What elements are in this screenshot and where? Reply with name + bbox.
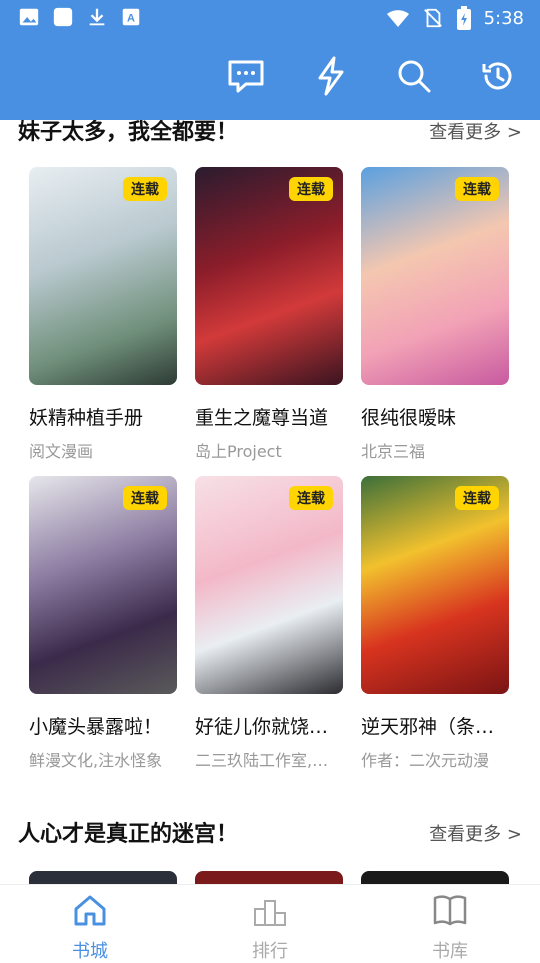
status-right-icons: 5:38: [386, 6, 524, 30]
status-badge: 连载: [455, 486, 499, 510]
book-card[interactable]: 连载 重生之魔尊当道 岛上Project: [195, 167, 343, 462]
book-cover: 连载: [29, 476, 177, 694]
font-icon: A: [122, 8, 140, 26]
view-more-link[interactable]: 查看更多 >: [429, 820, 522, 846]
book-title: 逆天邪神（条…: [361, 716, 495, 738]
status-badge: 连载: [455, 177, 499, 201]
svg-text:A: A: [127, 13, 135, 25]
view-more-link[interactable]: 查看更多 >: [429, 120, 522, 144]
book-title: 妖精种植手册: [29, 407, 144, 429]
no-sim-icon: [423, 8, 442, 28]
book-cover: 连载: [195, 476, 343, 694]
book-author: 作者：二次元动漫: [361, 751, 490, 770]
book-cover: 连载: [29, 167, 177, 385]
section-title: 人心才是真正的迷宫！: [18, 822, 239, 847]
book-cover[interactable]: [361, 871, 509, 884]
download-icon: [89, 8, 105, 26]
book-cover[interactable]: [195, 871, 343, 884]
status-badge: 连载: [123, 177, 167, 201]
status-bar: A 5:38: [0, 0, 540, 36]
nav-item-bookstore[interactable]: 书城: [40, 893, 140, 963]
book-card[interactable]: 连载 好徒儿你就饶… 二三玖陆工作室,…: [195, 476, 343, 771]
book-card[interactable]: 连载 小魔头暴露啦！ 鲜漫文化,注水怪象: [29, 476, 177, 771]
battery-icon: [456, 6, 471, 30]
status-badge: 连载: [123, 486, 167, 510]
flash-button[interactable]: [308, 54, 352, 98]
search-icon: [398, 60, 431, 93]
book-cover: 连载: [361, 167, 509, 385]
content-area: 妹子太多，我全都要！ 查看更多 > 连载 妖精种植手册 阅文漫画 连载 重生之魔…: [0, 120, 540, 884]
image-icon: [19, 8, 39, 26]
chat-icon: [228, 60, 264, 93]
lightning-icon: [318, 56, 344, 96]
book-author: 鲜漫文化,注水怪象: [29, 751, 163, 770]
book-card[interactable]: 连载 妖精种植手册 阅文漫画: [29, 167, 177, 462]
nav-item-library[interactable]: 书库: [400, 893, 500, 963]
book-icon: [433, 895, 467, 926]
status-time: 5:38: [483, 7, 524, 29]
book-author: 岛上Project: [195, 442, 282, 461]
book-cover[interactable]: [29, 871, 177, 884]
podium-icon: [254, 900, 286, 926]
history-button[interactable]: [476, 54, 520, 98]
search-button[interactable]: [392, 54, 436, 98]
wifi-icon: [386, 10, 409, 27]
status-badge: 连载: [289, 177, 333, 201]
book-title: 小魔头暴露啦！: [29, 716, 163, 738]
bottom-nav: 书城 排行 书库: [0, 884, 540, 963]
book-card[interactable]: 连载 逆天邪神（条… 作者：二次元动漫: [361, 476, 509, 771]
book-author: 北京三福: [361, 442, 426, 461]
book-author: 阅文漫画: [29, 442, 94, 461]
book-title: 很纯很暧昧: [361, 407, 457, 429]
nav-item-ranking[interactable]: 排行: [220, 893, 320, 963]
home-icon: [74, 895, 106, 926]
square-icon: [53, 7, 73, 27]
book-cover: 连载: [195, 167, 343, 385]
nav-label: 书城: [72, 941, 108, 962]
nav-label: 排行: [252, 941, 288, 962]
app-bar: [0, 36, 540, 120]
book-cover: 连载: [361, 476, 509, 694]
book-author: 二三玖陆工作室,…: [195, 751, 329, 770]
status-left-icons: A: [18, 6, 142, 28]
status-badge: 连载: [289, 486, 333, 510]
section-title: 妹子太多，我全都要！: [18, 120, 239, 145]
history-icon: [482, 62, 512, 90]
book-title: 好徒儿你就饶…: [195, 716, 329, 738]
book-title: 重生之魔尊当道: [195, 407, 329, 429]
book-card[interactable]: 连载 很纯很暧昧 北京三福: [361, 167, 509, 462]
nav-label: 书库: [432, 941, 468, 962]
chat-button[interactable]: [224, 54, 268, 98]
